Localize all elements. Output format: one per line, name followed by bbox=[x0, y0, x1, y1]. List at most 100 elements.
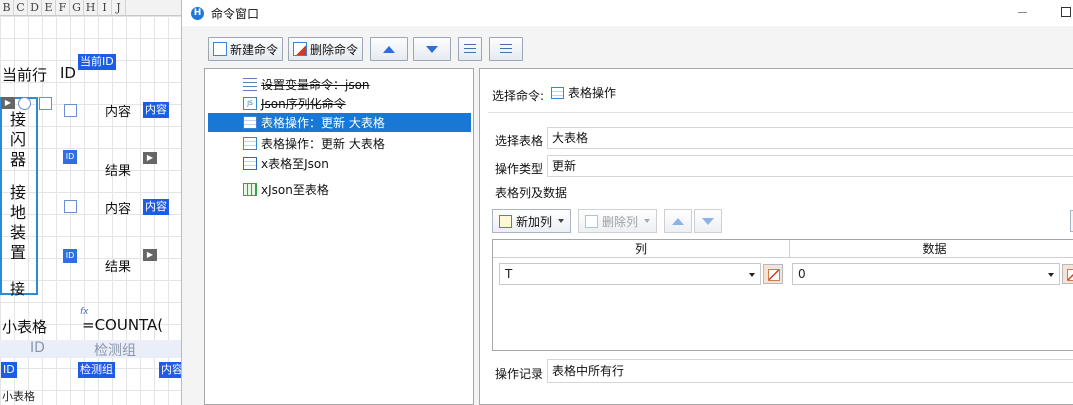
result-label: 结果 bbox=[105, 164, 132, 179]
table-icon bbox=[243, 116, 257, 129]
result-label: 结果 bbox=[105, 260, 132, 275]
command-item-selected[interactable]: 表格操作：更新 大表格 bbox=[208, 113, 471, 132]
move-up-button[interactable] bbox=[370, 37, 409, 61]
delete-command-button[interactable]: 删除命令 bbox=[288, 37, 364, 61]
op-record-field[interactable]: 表格中所有行 bbox=[547, 359, 1073, 383]
column-header: J bbox=[112, 0, 126, 15]
command-item[interactable]: 设置变量命令：json bbox=[208, 75, 373, 94]
result-cell-icon: ▶ bbox=[143, 152, 157, 164]
checkbox-icon[interactable] bbox=[64, 200, 77, 213]
maximize-button[interactable] bbox=[1061, 7, 1071, 17]
column-toolbar: 新加列 删除列 bbox=[492, 209, 723, 233]
settings-icon bbox=[243, 78, 257, 91]
id-icon: ID bbox=[63, 249, 77, 263]
content-tag: 内容 bbox=[159, 362, 181, 378]
minimize-button[interactable] bbox=[1016, 0, 1030, 26]
column-header: D bbox=[28, 0, 42, 15]
formula-text: =COUNTA( bbox=[82, 316, 164, 334]
op-type-field[interactable]: 更新 bbox=[547, 155, 1073, 177]
column-select[interactable]: T bbox=[499, 263, 761, 285]
column-header-data: 数据 bbox=[789, 240, 1073, 258]
command-item[interactable]: x表格至Json bbox=[208, 154, 332, 173]
column-header: E bbox=[42, 0, 56, 15]
current-id-tag: 当前ID bbox=[78, 54, 116, 70]
arrow-up-icon bbox=[672, 217, 685, 225]
column-header: H bbox=[84, 0, 98, 15]
command-tree: 设置变量命令：json JS Json序列化命令 表格操作：更新 大表格 表格操… bbox=[204, 68, 474, 405]
group-tag: 检测组 bbox=[78, 362, 115, 378]
column-header: I bbox=[98, 0, 112, 15]
content-tag: 内容 bbox=[143, 102, 169, 118]
column-header: B bbox=[0, 0, 14, 15]
id-label: ID bbox=[60, 64, 76, 82]
table-icon bbox=[243, 137, 257, 150]
checkbox-icon[interactable] bbox=[64, 104, 77, 117]
properties-panel: 选择命令: 表格操作 选择表格 大表格 操作类型 更新 表格列及数据 新加列 删… bbox=[479, 68, 1073, 405]
data-select[interactable]: 0 bbox=[792, 263, 1060, 285]
toolbar: 新建命令 删除命令 bbox=[208, 37, 524, 63]
current-row-label: 当前行 bbox=[2, 66, 48, 84]
table-to-json-icon bbox=[243, 157, 257, 170]
next-cell-text: 接 bbox=[10, 280, 26, 298]
new-command-button[interactable]: 新建命令 bbox=[208, 37, 284, 61]
op-type-label: 操作类型 bbox=[495, 162, 544, 176]
chevron-down-icon bbox=[749, 273, 755, 277]
divider bbox=[488, 112, 1073, 113]
select-command-label: 选择命令: bbox=[492, 89, 545, 103]
select-table-field[interactable]: 大表格 bbox=[547, 127, 1073, 149]
column-picker-button[interactable] bbox=[763, 264, 783, 284]
command-item[interactable]: JS Json序列化命令 bbox=[208, 94, 349, 113]
content-label: 内容 bbox=[105, 202, 132, 217]
add-column-button[interactable]: 新加列 bbox=[492, 209, 572, 233]
content-label: 内容 bbox=[105, 105, 132, 120]
content-tag: 内容 bbox=[143, 199, 169, 215]
table-icon bbox=[39, 97, 52, 110]
window-title: 命令窗口 bbox=[211, 6, 260, 21]
command-item[interactable]: 表格操作：更新 大表格 bbox=[208, 134, 388, 153]
vertical-cell-text: 接 闪 器 bbox=[10, 110, 27, 169]
data-picker-button[interactable] bbox=[1062, 264, 1073, 284]
column-header: C bbox=[14, 0, 28, 15]
chevron-down-icon bbox=[1048, 273, 1054, 277]
column-header-row: B C D E F G H I J bbox=[0, 0, 181, 16]
column-header: F bbox=[56, 0, 70, 15]
spreadsheet-background: B C D E F G H I J 当前行 ID 当前ID ▶ 接 闪 器 内容… bbox=[0, 0, 181, 405]
gear-icon bbox=[18, 97, 31, 110]
id-tag: ID bbox=[1, 362, 17, 378]
arrow-down-icon bbox=[426, 45, 439, 53]
op-record-label: 操作记录 bbox=[495, 367, 544, 381]
list-button[interactable] bbox=[489, 37, 524, 61]
delete-doc-icon bbox=[293, 42, 308, 56]
column-data-table: 列 数据 T 0 bbox=[492, 239, 1073, 351]
chevron-down-icon bbox=[558, 219, 565, 223]
arrow-up-icon bbox=[383, 45, 396, 53]
cell-type-icon: ▶ bbox=[1, 97, 15, 109]
json-icon: JS bbox=[243, 97, 257, 110]
app-icon: H bbox=[191, 6, 204, 20]
move-down-button[interactable] bbox=[413, 37, 452, 61]
bottom-label: 小表格 bbox=[2, 390, 35, 403]
result-cell-icon: ▶ bbox=[143, 249, 157, 261]
add-column-icon bbox=[499, 214, 512, 228]
indent-button[interactable] bbox=[458, 37, 483, 61]
command-item[interactable]: xJson至表格 bbox=[208, 180, 332, 199]
id-icon: ID bbox=[63, 150, 77, 164]
json-to-table-icon bbox=[243, 183, 257, 196]
table-header-row: ID 检测组 bbox=[0, 340, 181, 359]
command-window: H 命令窗口 新建命令 删除命令 设置变量命令：json JS Json序列化命… bbox=[181, 0, 1073, 405]
delete-column-icon bbox=[585, 214, 599, 228]
select-table-label: 选择表格 bbox=[495, 134, 544, 148]
table-icon bbox=[551, 87, 564, 99]
column-down-button[interactable] bbox=[694, 209, 723, 233]
arrow-down-icon bbox=[702, 217, 715, 225]
columns-data-label: 表格列及数据 bbox=[495, 186, 568, 200]
indent-icon bbox=[464, 44, 477, 54]
list-icon bbox=[500, 44, 513, 54]
select-command-field[interactable]: 表格操作 bbox=[550, 82, 1073, 104]
small-table-label: 小表格 bbox=[2, 318, 48, 336]
title-bar[interactable]: H 命令窗口 bbox=[182, 0, 1073, 26]
column-up-button[interactable] bbox=[664, 209, 693, 233]
delete-column-button[interactable]: 删除列 bbox=[578, 209, 658, 233]
column-header: G bbox=[70, 0, 84, 15]
chevron-down-icon bbox=[644, 219, 651, 223]
